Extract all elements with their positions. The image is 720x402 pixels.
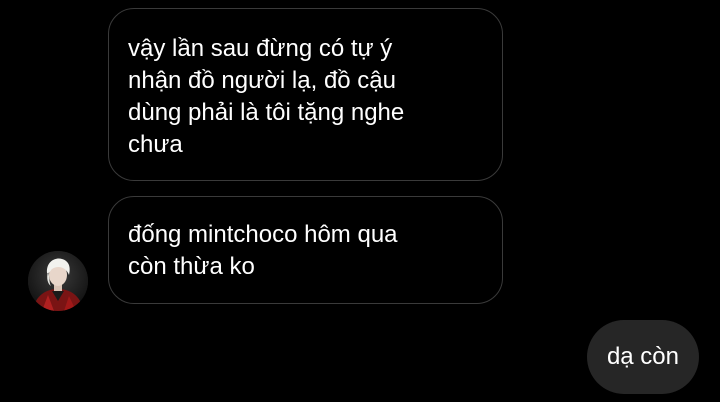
chat-thread: vậy lần sau đừng có tự ý nhận đồ người l…: [0, 0, 720, 402]
user-avatar-photo-icon: [28, 251, 88, 311]
incoming-message-bubble[interactable]: đống mintchoco hôm qua còn thừa ko: [108, 196, 503, 304]
sender-avatar[interactable]: [28, 251, 88, 311]
incoming-message-bubble[interactable]: vậy lần sau đừng có tự ý nhận đồ người l…: [108, 8, 503, 181]
outgoing-message-bubble[interactable]: dạ còn: [586, 320, 699, 394]
